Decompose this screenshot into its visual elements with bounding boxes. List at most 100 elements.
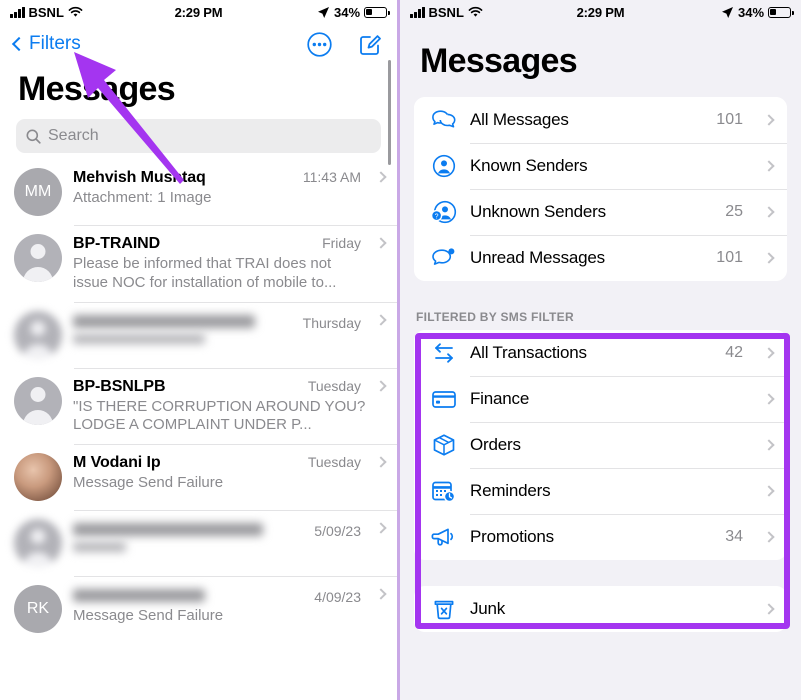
list-item[interactable]: RK 4/09/23 Message Send Failure <box>0 576 397 642</box>
battery-percent-label: 34% <box>737 4 765 20</box>
wifi-icon <box>468 6 483 17</box>
avatar <box>14 519 62 567</box>
right-status-bar: BSNL 2:29 PM 34% <box>400 0 801 24</box>
left-phone-panel: BSNL 2:29 PM 34% Filters Messages Search… <box>0 0 400 700</box>
filter-row-unknown-senders[interactable]: ? Unknown Senders 25 <box>414 189 787 235</box>
filter-count: 101 <box>716 111 743 128</box>
filter-count: 42 <box>725 344 743 361</box>
filter-row-all-transactions[interactable]: All Transactions 42 <box>414 330 787 376</box>
page-title: Messages <box>18 70 176 108</box>
clock-label: 2:29 PM <box>576 4 625 20</box>
filter-label: Reminders <box>470 481 551 500</box>
more-circle-icon[interactable] <box>307 31 332 57</box>
chevron-right-icon <box>763 485 775 497</box>
chevron-right-icon <box>375 313 387 326</box>
conversation-time: Friday <box>322 235 361 251</box>
clock-label: 2:29 PM <box>174 4 223 20</box>
chevron-right-icon <box>375 237 387 249</box>
filter-count: 25 <box>725 203 743 220</box>
left-nav-bar: Filters <box>0 24 397 64</box>
conversation-list: MM Mehvish Mushtaq 11:43 AM Attachment: … <box>0 159 397 642</box>
filter-label: Promotions <box>470 527 554 546</box>
filter-group-junk: Junk <box>414 586 787 632</box>
credit-card-icon <box>430 386 457 413</box>
chevron-left-icon <box>11 36 27 52</box>
filter-row-known-senders[interactable]: Known Senders <box>414 143 787 189</box>
filter-row-orders[interactable]: Orders <box>414 422 787 468</box>
conversation-sender: M Vodani Ip <box>73 454 161 471</box>
conversation-preview: Message Send Failure <box>73 607 224 624</box>
avatar-initials: MM <box>24 183 52 200</box>
left-status-bar: BSNL 2:29 PM 34% <box>0 0 397 24</box>
filter-label: Unknown Senders <box>470 202 606 221</box>
junk-trash-x-icon <box>430 596 457 623</box>
avatar-initials: RK <box>26 600 50 617</box>
list-item[interactable]: MM Mehvish Mushtaq 11:43 AM Attachment: … <box>0 159 397 225</box>
back-button-label: Filters <box>29 33 81 54</box>
chevron-right-icon <box>763 603 775 615</box>
conversation-sender <box>73 314 255 328</box>
battery-percent-label: 34% <box>333 4 361 20</box>
filter-label: All Messages <box>470 110 569 129</box>
filter-label: Orders <box>470 435 521 454</box>
conversation-time: Thursday <box>302 314 361 331</box>
battery-icon <box>768 6 794 18</box>
right-phone-panel: BSNL 2:29 PM 34% Messages All Messages 1… <box>400 0 801 700</box>
search-input[interactable]: Search <box>16 119 381 153</box>
cellular-bars-icon <box>410 6 425 18</box>
filter-row-reminders[interactable]: Reminders <box>414 468 787 514</box>
chevron-right-icon <box>375 522 387 534</box>
conversation-preview: Message Send Failure <box>73 474 224 491</box>
filter-label: Unread Messages <box>470 248 605 267</box>
conversation-time: 4/09/23 <box>314 589 361 605</box>
scrollbar[interactable] <box>388 60 391 165</box>
avatar <box>14 453 62 501</box>
chevron-right-icon <box>763 531 775 543</box>
carrier-label: BSNL <box>28 4 64 20</box>
battery-icon <box>364 6 390 18</box>
cellular-bars-icon <box>10 6 25 18</box>
search-container: Search <box>0 119 397 159</box>
filter-row-junk[interactable]: Junk <box>414 586 787 632</box>
filter-row-finance[interactable]: Finance <box>414 376 787 422</box>
avatar <box>14 234 62 282</box>
avatar: MM <box>14 168 62 216</box>
calendar-clock-icon <box>430 478 457 505</box>
chevron-right-icon <box>375 379 387 392</box>
two-speech-bubbles-icon <box>430 107 457 134</box>
avatar: RK <box>14 585 62 633</box>
chevron-right-icon <box>763 439 775 451</box>
avatar <box>14 376 62 425</box>
list-item[interactable]: Thursday <box>0 301 397 368</box>
chevron-right-icon <box>763 252 775 264</box>
svg-text:?: ? <box>434 214 438 221</box>
location-arrow-icon <box>317 6 329 18</box>
chevron-right-icon <box>375 456 387 468</box>
conversation-time: 11:43 AM <box>302 169 361 185</box>
list-item[interactable]: 5/09/23 <box>0 510 397 576</box>
filter-row-all-messages[interactable]: All Messages 101 <box>414 97 787 143</box>
conversation-preview <box>73 542 126 552</box>
compose-icon[interactable] <box>358 32 383 57</box>
sms-filter-section: FILTERED BY SMS FILTER All Transactions … <box>400 299 801 560</box>
conversation-sender: Mehvish Mushtaq <box>73 169 206 186</box>
box-package-icon <box>430 432 457 459</box>
filter-label: Known Senders <box>470 156 588 175</box>
megaphone-icon <box>430 524 457 551</box>
search-icon <box>26 129 41 144</box>
list-item[interactable]: BP-TRAIND Friday Please be informed that… <box>0 225 397 302</box>
list-item[interactable]: M Vodani Ip Tuesday Message Send Failure <box>0 444 397 510</box>
conversation-preview <box>73 333 205 344</box>
conversation-time: Tuesday <box>307 377 361 394</box>
avatar <box>14 310 62 359</box>
filter-row-promotions[interactable]: Promotions 34 <box>414 514 787 560</box>
conversation-sender: BP-BSNLPB <box>73 377 166 395</box>
back-to-filters-button[interactable]: Filters <box>11 33 81 55</box>
filter-label: Junk <box>470 599 506 618</box>
conversation-sender: BP-TRAIND <box>73 235 161 252</box>
wifi-icon <box>68 6 83 17</box>
carrier-label: BSNL <box>428 4 464 20</box>
list-item[interactable]: BP-BSNLPB Tuesday "IS THERE CORRUPTION A… <box>0 367 397 445</box>
chevron-right-icon <box>763 206 775 218</box>
filter-row-unread-messages[interactable]: Unread Messages 101 <box>414 235 787 281</box>
